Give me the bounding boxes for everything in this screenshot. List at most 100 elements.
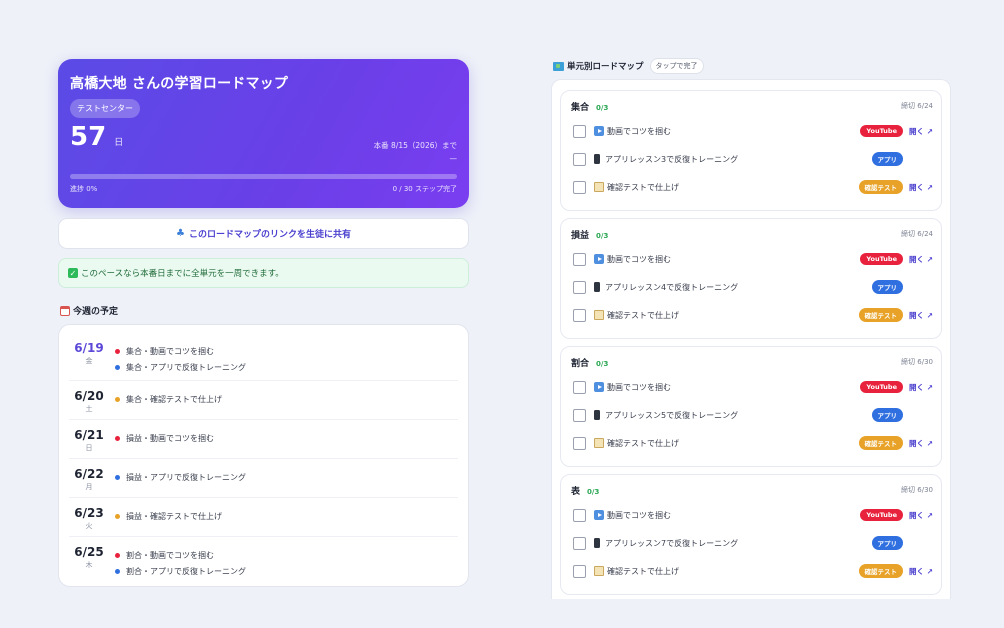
open-link[interactable]: 開く ↗ (909, 310, 933, 321)
task-label: アプリレッスン5で反復トレーニング (605, 410, 739, 420)
unit-title-group: 表 0/3 (571, 484, 599, 497)
roadmap-panel: 集合 0/3 締切 6/24 動画でコツを掴む YouTube 開く ↗ アプリレッスン3で… (551, 79, 951, 599)
task-row[interactable]: 動画でコツを掴む YouTube 開く ↗ (571, 117, 933, 145)
exam-type-badge: テストセンター (70, 99, 140, 118)
schedule-day-row: 6/23 火 損益・確認テストで仕上げ (69, 498, 458, 537)
task-row[interactable]: 確認テストで仕上げ 確認テスト 開く ↗ (571, 173, 933, 201)
unit-card: 集合 0/3 締切 6/24 動画でコツを掴む YouTube 開く ↗ アプリレッスン3で… (560, 90, 942, 211)
unit-name: 損益 (571, 230, 590, 241)
task-label: 確認テストで仕上げ (607, 438, 679, 448)
schedule-weekday: 月 (85, 483, 93, 491)
task-type-badge: YouTube (860, 253, 903, 265)
task-checkbox[interactable] (573, 280, 586, 294)
schedule-items: 集合・確認テストで仕上げ (115, 389, 222, 407)
task-checkbox[interactable] (573, 408, 586, 422)
task-label: 動画でコツを掴む (607, 510, 671, 520)
task-checkbox[interactable] (573, 152, 586, 166)
unit-progress-count: 0/3 (587, 487, 600, 496)
task-type-badge: 確認テスト (858, 308, 903, 322)
unit-progress-count: 0/3 (596, 231, 609, 240)
task-row[interactable]: 確認テストで仕上げ 確認テスト 開く ↗ (571, 429, 933, 457)
task-label: 動画でコツを掴む (607, 382, 671, 392)
schedule-day-row: 6/19 金 集合・動画でコツを掴む 集合・アプリで反復トレーニング (69, 333, 458, 381)
task-checkbox[interactable] (573, 380, 586, 394)
schedule-weekday: 土 (85, 405, 93, 413)
task-checkbox[interactable] (573, 436, 586, 450)
task-type-badge: 確認テスト (858, 436, 903, 450)
share-link-button[interactable]: ♣ このロードマップのリンクを生徒に共有 (58, 218, 469, 249)
schedule-weekday: 木 (85, 561, 93, 569)
share-button-label: このロードマップのリンクを生徒に共有 (188, 230, 351, 240)
schedule-item-text: 集合・確認テストで仕上げ (126, 394, 222, 404)
task-type-badge: YouTube (860, 509, 903, 521)
memo-icon (594, 182, 604, 192)
schedule-weekday: 火 (85, 522, 93, 530)
play-icon (594, 126, 604, 136)
task-row[interactable]: アプリレッスン4で反復トレーニング アプリ (571, 273, 933, 301)
steps-label: 0 / 30 ステップ完了 (392, 185, 457, 193)
task-checkbox[interactable] (573, 252, 586, 266)
pace-note: ✓ このペースなら本番日までに全単元を一周できます。 (58, 258, 469, 288)
schedule-date-number: 6/19 (74, 341, 104, 355)
schedule-item-text: 集合・動画でコツを掴む (126, 346, 214, 356)
task-checkbox[interactable] (573, 124, 586, 138)
task-label: 動画でコツを掴む (607, 254, 671, 264)
task-checkbox[interactable] (573, 508, 586, 522)
map-icon (553, 61, 564, 71)
open-link[interactable]: 開く ↗ (909, 126, 933, 137)
status-dot-icon (115, 435, 120, 441)
open-link[interactable]: 開く ↗ (909, 382, 933, 393)
task-checkbox[interactable] (573, 564, 586, 578)
task-checkbox[interactable] (573, 536, 586, 550)
task-label: 確認テストで仕上げ (607, 310, 679, 320)
task-type-badge: アプリ (871, 408, 903, 422)
phone-icon (594, 282, 600, 292)
task-row[interactable]: 動画でコツを掴む YouTube 開く ↗ (571, 373, 933, 401)
unit-deadline: 締切 6/24 (901, 102, 933, 110)
exam-date-line: 本番 8/15（2026）まで (373, 141, 457, 150)
task-checkbox[interactable] (573, 308, 586, 322)
schedule-day-row: 6/22 月 損益・アプリで反復トレーニング (69, 459, 458, 498)
unit-title-group: 集合 0/3 (571, 100, 608, 113)
play-icon (594, 510, 604, 520)
schedule-date: 6/23 火 (69, 506, 109, 531)
task-row[interactable]: アプリレッスン7で反復トレーニング アプリ (571, 529, 933, 557)
days-left-number: 57 (70, 122, 107, 152)
task-label: 確認テストで仕上げ (607, 182, 679, 192)
tap-to-complete-tag: タップで完了 (649, 58, 704, 74)
unit-name: 割合 (571, 358, 590, 369)
phone-icon (594, 154, 600, 164)
roadmap-hero-card: 高橋大地 さんの学習ロードマップ テストセンター 57 日 本番 8/15（20… (58, 59, 469, 208)
calendar-icon (60, 305, 70, 316)
schedule-date-number: 6/23 (74, 506, 104, 520)
schedule-items: 割合・動画でコツを掴む 割合・アプリで反復トレーニング (115, 545, 246, 579)
phone-icon (594, 410, 600, 420)
status-dot-icon (115, 513, 120, 519)
schedule-day-row: 6/20 土 集合・確認テストで仕上げ (69, 381, 458, 420)
unit-title-group: 割合 0/3 (571, 356, 608, 369)
task-row[interactable]: 確認テストで仕上げ 確認テスト 開く ↗ (571, 557, 933, 585)
open-link[interactable]: 開く ↗ (909, 438, 933, 449)
task-row[interactable]: 確認テストで仕上げ 確認テスト 開く ↗ (571, 301, 933, 329)
task-row[interactable]: アプリレッスン3で反復トレーニング アプリ (571, 145, 933, 173)
exam-date: 本番 8/15（2026）まで — (374, 139, 457, 165)
open-link[interactable]: 開く ↗ (909, 254, 933, 265)
task-row[interactable]: 動画でコツを掴む YouTube 開く ↗ (571, 245, 933, 273)
task-list: 動画でコツを掴む YouTube 開く ↗ アプリレッスン4で反復トレーニング アプリ確… (571, 245, 933, 329)
task-checkbox[interactable] (573, 180, 586, 194)
task-row[interactable]: 動画でコツを掴む YouTube 開く ↗ (571, 501, 933, 529)
task-row[interactable]: アプリレッスン5で反復トレーニング アプリ (571, 401, 933, 429)
task-label: 動画でコツを掴む (607, 126, 671, 136)
days-left-counter: 57 日 (70, 122, 123, 152)
schedule-item-text: 損益・動画でコツを掴む (126, 433, 214, 443)
task-label: 確認テストで仕上げ (607, 566, 679, 576)
roadmap-header: 単元別ロードマップ タップで完了 (553, 58, 704, 74)
open-link[interactable]: 開く ↗ (909, 566, 933, 577)
unit-header: 表 0/3 締切 6/30 (571, 483, 933, 497)
open-link[interactable]: 開く ↗ (909, 182, 933, 193)
unit-card: 割合 0/3 締切 6/30 動画でコツを掴む YouTube 開く ↗ アプリレッスン5で… (560, 346, 942, 467)
open-link[interactable]: 開く ↗ (909, 510, 933, 521)
unit-name: 表 (571, 486, 581, 497)
task-type-badge: アプリ (871, 280, 903, 294)
unit-progress-count: 0/3 (596, 359, 609, 368)
